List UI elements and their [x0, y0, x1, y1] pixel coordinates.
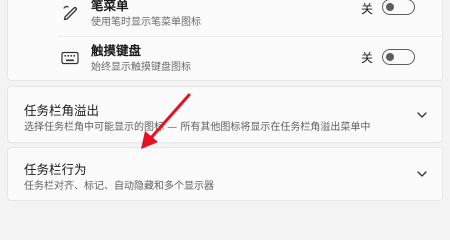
pen-menu-description: 使用笔时显示笔菜单图标: [91, 17, 201, 28]
row-divider: [58, 36, 442, 37]
taskbar-corner-overflow-description: 选择任务栏角中可能显示的图标 — 所有其他图标将显示在任务栏角溢出菜单中: [24, 122, 371, 133]
taskbar-behaviors-card[interactable]: 任务栏行为 任务栏对齐、标记、自动隐藏和多个显示器: [7, 147, 443, 201]
pen-menu-row: 笔菜单 使用笔时显示笔菜单图标 关: [8, 0, 442, 28]
touch-keyboard-description: 始终显示触摸键盘图标: [91, 62, 191, 73]
keyboard-icon: [59, 47, 81, 69]
taskbar-behaviors-title: 任务栏行为: [24, 162, 87, 177]
taskbar-corner-overflow-title: 任务栏角溢出: [24, 103, 100, 118]
chevron-down-icon[interactable]: [415, 167, 429, 181]
pen-menu-toggle[interactable]: [382, 0, 415, 15]
taskbar-corner-overflow-card[interactable]: 任务栏角溢出 选择任务栏角中可能显示的图标 — 所有其他图标将显示在任务栏角溢出…: [7, 86, 443, 143]
touch-keyboard-state-label: 关: [361, 51, 374, 65]
touch-keyboard-title: 触摸键盘: [91, 43, 142, 58]
pen-menu-title: 笔菜单: [91, 0, 129, 13]
touch-keyboard-toggle[interactable]: [382, 49, 415, 65]
pen-icon: [59, 1, 81, 23]
taskbar-behaviors-description: 任务栏对齐、标记、自动隐藏和多个显示器: [24, 181, 214, 192]
taskbar-icons-card: 笔菜单 使用笔时显示笔菜单图标 关 触摸键盘 始终显示触摸键盘图标 关: [7, 0, 443, 81]
toggle-knob: [386, 53, 394, 61]
chevron-down-icon[interactable]: [415, 108, 429, 122]
pen-menu-state-label: 关: [361, 2, 374, 16]
toggle-knob: [386, 3, 394, 11]
taskbar-settings-page: 笔菜单 使用笔时显示笔菜单图标 关 触摸键盘 始终显示触摸键盘图标 关 任务栏角…: [0, 0, 450, 204]
touch-keyboard-row: 触摸键盘 始终显示触摸键盘图标 关: [8, 38, 442, 78]
